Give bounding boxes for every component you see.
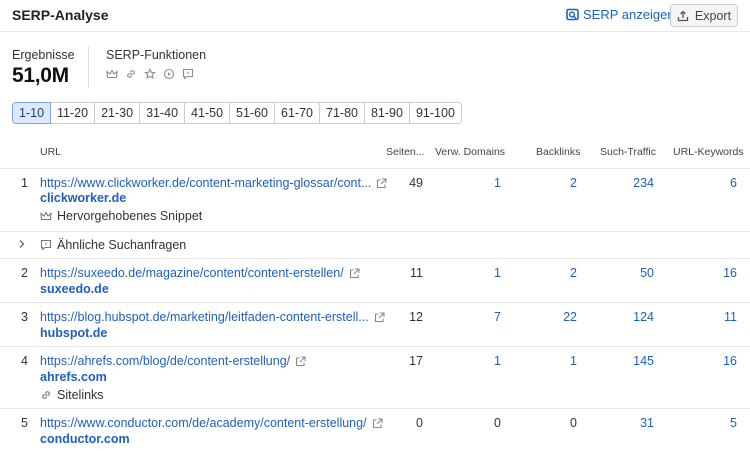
page-91-100[interactable]: 91-100 xyxy=(409,102,462,124)
row-2-backlinks[interactable]: 2 xyxy=(517,266,577,280)
link-icon[interactable] xyxy=(125,68,137,80)
row-1-url[interactable]: https://www.clickworker.de/content-marke… xyxy=(40,176,387,190)
row-1-traffic[interactable]: 234 xyxy=(594,176,654,190)
page-21-30[interactable]: 21-30 xyxy=(95,102,141,124)
row-divider xyxy=(0,231,750,232)
row-2-rank: 2 xyxy=(21,266,28,280)
page-title: SERP-Analyse xyxy=(12,7,109,23)
serp-features-label: SERP-Funktionen xyxy=(106,48,207,62)
header-divider xyxy=(0,31,750,32)
row-3-keywords[interactable]: 11 xyxy=(677,310,737,324)
stats-divider xyxy=(88,46,89,88)
pagination: 1-10 11-20 21-30 31-40 41-50 51-60 61-70… xyxy=(12,102,462,124)
serp-link-label: SERP anzeigen xyxy=(583,7,675,22)
row-4-keywords[interactable]: 16 xyxy=(677,354,737,368)
row-divider xyxy=(0,408,750,409)
row-4-url-text[interactable]: https://ahrefs.com/blog/de/content-erste… xyxy=(40,354,290,368)
row-3-backlinks[interactable]: 22 xyxy=(517,310,577,324)
row-5-seiten: 0 xyxy=(416,416,423,430)
row-4-backlinks[interactable]: 1 xyxy=(517,354,577,368)
row-5-rank: 5 xyxy=(21,416,28,430)
serp-features-icons xyxy=(106,68,194,80)
row-5-url-text[interactable]: https://www.conductor.com/de/academy/con… xyxy=(40,416,367,430)
row-5-domain[interactable]: conductor.com xyxy=(40,432,130,446)
row-1-keywords[interactable]: 6 xyxy=(677,176,737,190)
col-seiten[interactable]: Seiten... xyxy=(386,146,425,158)
export-icon xyxy=(677,10,689,22)
external-link-icon[interactable] xyxy=(349,267,360,279)
row-2-url-text[interactable]: https://suxeedo.de/magazine/content/cont… xyxy=(40,266,344,280)
col-verw-domains[interactable]: Verw. Domains xyxy=(435,146,505,158)
row-3-domains[interactable]: 7 xyxy=(441,310,501,324)
row-4-feature-label: Sitelinks xyxy=(57,388,104,402)
row-2-traffic[interactable]: 50 xyxy=(594,266,654,280)
serp-icon xyxy=(566,8,579,21)
row-3-domain[interactable]: hubspot.de xyxy=(40,326,107,340)
link-icon xyxy=(40,389,52,401)
chevron-right-icon[interactable] xyxy=(18,239,26,249)
page-71-80[interactable]: 71-80 xyxy=(320,102,365,124)
export-button[interactable]: Export xyxy=(670,4,738,27)
col-url[interactable]: URL xyxy=(40,146,61,158)
row-3-rank: 3 xyxy=(21,310,28,324)
page-61-70[interactable]: 61-70 xyxy=(275,102,320,124)
row-4-rank: 4 xyxy=(21,354,28,368)
col-such-traffic[interactable]: Such-Traffic xyxy=(600,146,656,158)
row-divider xyxy=(0,258,750,259)
page-11-20[interactable]: 11-20 xyxy=(51,102,96,124)
row-2-keywords[interactable]: 16 xyxy=(677,266,737,280)
similar-queries-row[interactable]: Ähnliche Suchanfragen xyxy=(40,238,186,252)
external-link-icon[interactable] xyxy=(295,355,306,367)
row-3-url[interactable]: https://blog.hubspot.de/marketing/leitfa… xyxy=(40,310,385,324)
question-icon xyxy=(40,239,52,251)
page-1-10[interactable]: 1-10 xyxy=(12,102,52,124)
row-1-domains[interactable]: 1 xyxy=(441,176,501,190)
crown-icon xyxy=(40,210,52,222)
page-51-60[interactable]: 51-60 xyxy=(230,102,276,124)
similar-queries-label: Ähnliche Suchanfragen xyxy=(57,238,187,252)
row-5-keywords[interactable]: 5 xyxy=(677,416,737,430)
row-5-domains: 0 xyxy=(494,416,501,430)
row-1-backlinks[interactable]: 2 xyxy=(517,176,577,190)
row-1-url-text[interactable]: https://www.clickworker.de/content-marke… xyxy=(40,176,371,190)
row-3-traffic[interactable]: 124 xyxy=(594,310,654,324)
row-4-domain[interactable]: ahrefs.com xyxy=(40,370,107,384)
col-url-keywords[interactable]: URL-Keywords xyxy=(673,146,744,158)
row-divider xyxy=(0,302,750,303)
row-3-url-text[interactable]: https://blog.hubspot.de/marketing/leitfa… xyxy=(40,310,369,324)
row-3-seiten: 12 xyxy=(409,310,423,324)
row-2-seiten: 11 xyxy=(410,266,423,280)
row-4-domains[interactable]: 1 xyxy=(441,354,501,368)
page-41-50[interactable]: 41-50 xyxy=(185,102,231,124)
export-label: Export xyxy=(694,8,732,23)
row-4-traffic[interactable]: 145 xyxy=(594,354,654,368)
results-value: 51,0M xyxy=(12,64,69,87)
row-1-domain[interactable]: clickworker.de xyxy=(40,191,126,205)
row-5-url[interactable]: https://www.conductor.com/de/academy/con… xyxy=(40,416,383,430)
star-icon[interactable] xyxy=(144,68,156,80)
row-divider xyxy=(0,346,750,347)
row-1-feature: Hervorgehobenes Snippet xyxy=(40,209,202,223)
row-4-seiten: 17 xyxy=(409,354,423,368)
row-2-url[interactable]: https://suxeedo.de/magazine/content/cont… xyxy=(40,266,360,280)
crown-icon[interactable] xyxy=(106,68,118,80)
row-4-feature: Sitelinks xyxy=(40,388,104,402)
row-2-domain[interactable]: suxeedo.de xyxy=(40,282,109,296)
row-1-seiten: 49 xyxy=(409,176,423,190)
col-backlinks[interactable]: Backlinks xyxy=(536,146,580,158)
row-1-feature-label: Hervorgehobenes Snippet xyxy=(57,209,203,223)
row-1-rank: 1 xyxy=(21,176,28,190)
page-31-40[interactable]: 31-40 xyxy=(140,102,186,124)
results-label: Ergebnisse xyxy=(12,48,75,62)
serp-view-link[interactable]: SERP anzeigen xyxy=(566,7,675,22)
row-5-backlinks: 0 xyxy=(570,416,577,430)
row-5-traffic[interactable]: 31 xyxy=(594,416,654,430)
page-81-90[interactable]: 81-90 xyxy=(364,102,410,124)
video-icon[interactable] xyxy=(163,68,175,80)
row-4-url[interactable]: https://ahrefs.com/blog/de/content-erste… xyxy=(40,354,306,368)
header-row-divider xyxy=(0,168,750,169)
row-2-domains[interactable]: 1 xyxy=(441,266,501,280)
question-icon[interactable] xyxy=(182,68,194,80)
